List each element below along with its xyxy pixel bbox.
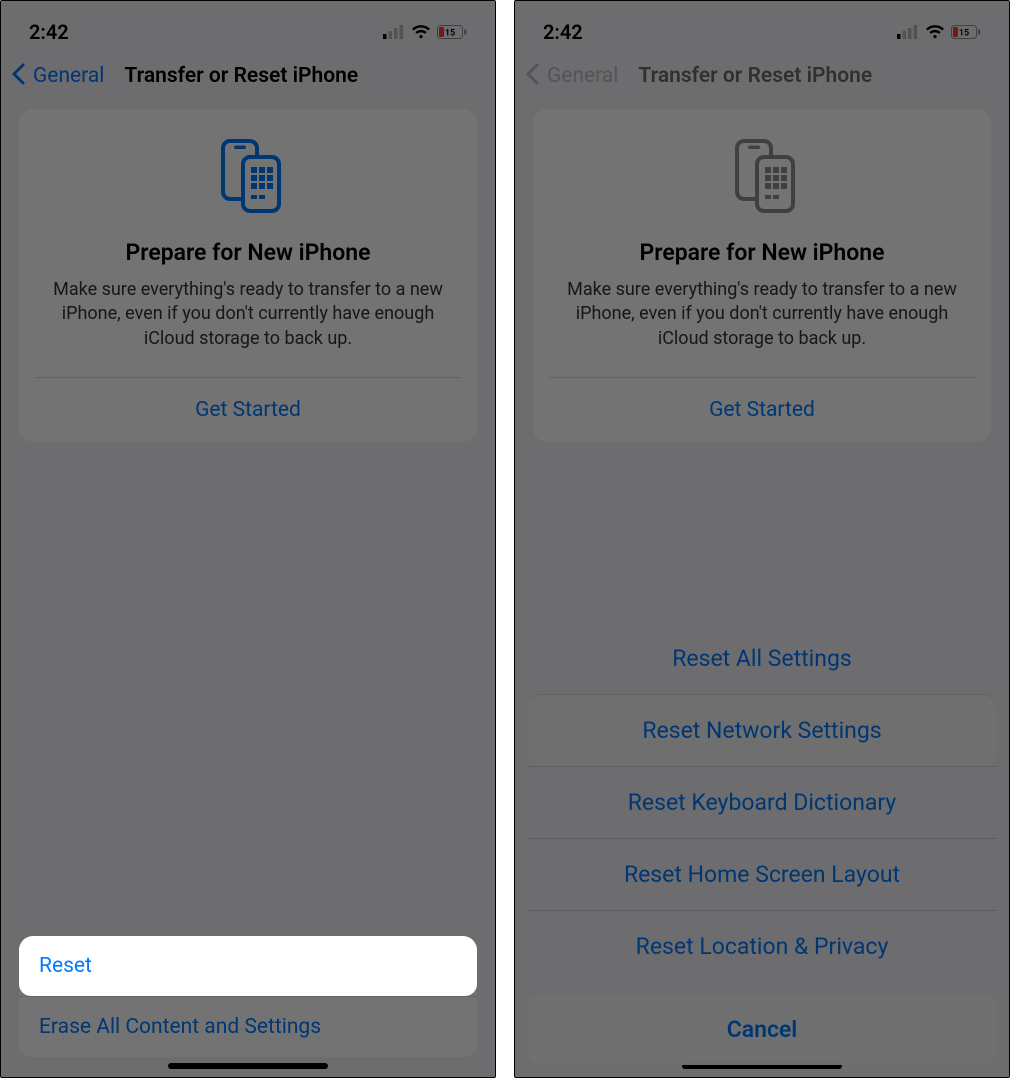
reset-network-settings[interactable]: Reset Network Settings [527,694,997,766]
status-time: 2:42 [29,20,69,44]
erase-all-row[interactable]: Erase All Content and Settings [19,996,477,1057]
battery-icon: 15 [951,25,981,39]
cellular-icon [897,25,919,39]
reset-options-sheet: Reset All Settings Reset Network Setting… [527,623,997,982]
status-bar: 2:42 15 [1,1,495,55]
back-chevron-icon [525,63,541,89]
page-title: Transfer or Reset iPhone [124,64,358,88]
svg-text:15: 15 [959,29,969,39]
back-button: General [547,64,618,88]
reset-all-settings[interactable]: Reset All Settings [527,623,997,694]
svg-text:15: 15 [445,29,455,39]
action-sheet: Reset All Settings Reset Network Setting… [527,623,997,1065]
status-time: 2:42 [543,20,583,44]
nav-bar: General Transfer or Reset iPhone [515,55,1009,103]
page-title: Transfer or Reset iPhone [638,64,872,88]
bottom-actions: Reset Erase All Content and Settings [19,936,477,1057]
cellular-icon [383,25,405,39]
get-started-button[interactable]: Get Started [35,378,461,442]
transfer-devices-icon [721,137,803,219]
reset-location-privacy[interactable]: Reset Location & Privacy [527,910,997,982]
prepare-card: Prepare for New iPhone Make sure everyth… [19,109,477,442]
card-title: Prepare for New iPhone [549,239,975,266]
phone-right: 2:42 15 General Transfer or Reset iPhone [514,0,1010,1078]
battery-icon: 15 [437,25,467,39]
reset-home-screen-layout[interactable]: Reset Home Screen Layout [527,838,997,910]
cancel-button[interactable]: Cancel [527,994,997,1065]
back-chevron-icon[interactable] [11,63,27,89]
back-button[interactable]: General [33,64,104,88]
prepare-card: Prepare for New iPhone Make sure everyth… [533,109,991,442]
home-indicator[interactable] [168,1063,328,1069]
card-desc: Make sure everything's ready to transfer… [549,278,975,351]
get-started-button: Get Started [549,378,975,442]
reset-row[interactable]: Reset [19,936,477,996]
reset-keyboard-dictionary[interactable]: Reset Keyboard Dictionary [527,766,997,838]
card-title: Prepare for New iPhone [35,239,461,266]
status-right: 15 [383,25,467,39]
status-right: 15 [897,25,981,39]
status-bar: 2:42 15 [515,1,1009,55]
card-desc: Make sure everything's ready to transfer… [35,278,461,351]
phone-left: 2:42 15 General Transfer or Reset iPhone [0,0,496,1078]
wifi-icon [925,25,945,39]
transfer-devices-icon [207,137,289,219]
wifi-icon [411,25,431,39]
nav-bar: General Transfer or Reset iPhone [1,55,495,103]
